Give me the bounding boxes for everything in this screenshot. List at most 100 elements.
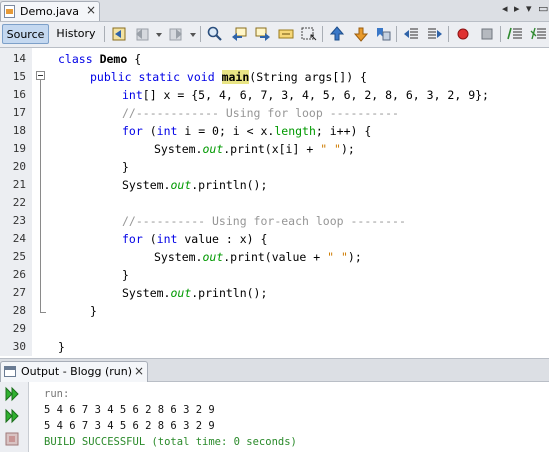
find-previous-icon[interactable] bbox=[230, 25, 248, 43]
line-number: 29 bbox=[12, 322, 26, 335]
static-field: out bbox=[170, 286, 192, 300]
string-literal: " " bbox=[320, 142, 341, 156]
toolbar-separator bbox=[104, 26, 105, 42]
code-line-19: System.out.print(x[i] + " "); bbox=[154, 140, 355, 158]
code-line-14: class Demo { bbox=[58, 50, 141, 68]
toolbar-separator bbox=[396, 26, 397, 42]
toggle-rect-select-icon[interactable] bbox=[300, 25, 318, 43]
back-dropdown-icon[interactable] bbox=[150, 25, 162, 43]
collapse-fold-icon[interactable] bbox=[36, 71, 45, 80]
toggle-highlight-icon[interactable] bbox=[277, 25, 295, 43]
code-text: { bbox=[127, 52, 142, 66]
code-text: ); bbox=[347, 250, 362, 264]
toolbar-separator bbox=[448, 26, 449, 42]
method-name-highlighted: main bbox=[221, 70, 250, 84]
line-number-gutter: 14 15 16 17 18 19 20 21 22 23 24 25 26 2… bbox=[0, 48, 33, 356]
restore-window-icon[interactable]: ▭ bbox=[538, 2, 548, 15]
scroll-right-icon[interactable]: ▸ bbox=[514, 2, 520, 15]
comment-icon[interactable] bbox=[506, 25, 524, 43]
last-edit-icon[interactable] bbox=[110, 25, 128, 43]
line-number: 15 bbox=[12, 70, 26, 83]
forward-icon[interactable] bbox=[166, 25, 184, 43]
close-tab-icon[interactable]: × bbox=[86, 3, 96, 17]
scroll-left-icon[interactable]: ◂ bbox=[502, 2, 508, 15]
toolbar-separator bbox=[322, 26, 323, 42]
static-field: out bbox=[170, 178, 192, 192]
code-line-16: int[] x = {5, 4, 6, 7, 3, 4, 5, 6, 2, 8,… bbox=[122, 86, 489, 104]
string-literal: " " bbox=[327, 250, 348, 264]
line-number: 24 bbox=[12, 232, 26, 245]
previous-bookmark-icon[interactable] bbox=[328, 25, 346, 43]
code-line-24: for (int value : x) { bbox=[122, 230, 267, 248]
fold-guide-line bbox=[40, 80, 41, 312]
code-text: ( bbox=[142, 232, 157, 246]
line-number: 14 bbox=[12, 52, 26, 65]
code-line-28: } bbox=[90, 304, 97, 318]
rerun-icon[interactable] bbox=[4, 386, 20, 402]
code-line-21: System.out.println(); bbox=[122, 176, 267, 194]
field-reference: length bbox=[274, 124, 316, 138]
editor-tab-strip: Demo.java × ◂ ▸ ▾ ▭ bbox=[0, 0, 549, 22]
stop-macro-icon[interactable] bbox=[478, 25, 496, 43]
code-text: System. bbox=[154, 142, 203, 156]
stop-icon[interactable] bbox=[4, 431, 20, 447]
console-line: 5 4 6 7 3 4 5 6 2 8 6 3 2 9 bbox=[44, 404, 215, 416]
fold-guide-end bbox=[40, 312, 46, 313]
shift-left-icon[interactable] bbox=[402, 25, 420, 43]
output-tab[interactable]: Output - Blogg (run) × bbox=[0, 361, 148, 382]
code-editor[interactable]: 14 15 16 17 18 19 20 21 22 23 24 25 26 2… bbox=[0, 48, 549, 356]
keyword: int bbox=[156, 124, 178, 138]
editor-tab-demo-java[interactable]: Demo.java × bbox=[0, 1, 100, 21]
keyword: for bbox=[122, 124, 143, 138]
build-status-line: BUILD SUCCESSFUL (total time: 0 seconds) bbox=[44, 436, 297, 448]
code-line-23: //---------- Using for-each loop -------… bbox=[122, 214, 406, 228]
code-line-18: for (int i = 0; i < x.length; i++) { bbox=[122, 122, 371, 140]
java-file-icon bbox=[4, 5, 15, 18]
class-name: Demo bbox=[99, 52, 128, 66]
static-field: out bbox=[202, 142, 224, 156]
code-text: .print(x[i] + bbox=[223, 142, 321, 156]
code-text: .print(value + bbox=[223, 250, 328, 264]
editor-tab-label: Demo.java bbox=[20, 5, 80, 18]
find-next-icon[interactable] bbox=[254, 25, 272, 43]
line-number: 20 bbox=[12, 160, 26, 173]
code-text: System. bbox=[154, 250, 203, 264]
show-opened-documents-icon[interactable]: ▾ bbox=[526, 2, 532, 15]
line-number: 23 bbox=[12, 214, 26, 227]
shift-right-icon[interactable] bbox=[426, 25, 444, 43]
toolbar-separator bbox=[200, 26, 201, 42]
toolbar-separator bbox=[500, 26, 501, 42]
close-output-tab-icon[interactable]: × bbox=[134, 364, 144, 378]
keyword: for bbox=[122, 232, 143, 246]
start-macro-icon[interactable] bbox=[454, 25, 472, 43]
output-side-toolbar bbox=[0, 382, 29, 452]
code-text: i = 0; i < x. bbox=[177, 124, 275, 138]
keyword: int bbox=[156, 232, 178, 246]
forward-dropdown-icon[interactable] bbox=[184, 25, 196, 43]
output-window-icon bbox=[4, 366, 16, 377]
code-text: ( bbox=[142, 124, 157, 138]
keyword: class bbox=[58, 52, 93, 66]
code-line-25: System.out.print(value + " "); bbox=[154, 248, 362, 266]
line-number: 18 bbox=[12, 124, 26, 137]
code-text: ; i++) { bbox=[315, 124, 372, 138]
line-number: 25 bbox=[12, 250, 26, 263]
next-bookmark-icon[interactable] bbox=[352, 25, 370, 43]
uncomment-icon[interactable] bbox=[530, 25, 548, 43]
toggle-bookmark-icon[interactable] bbox=[374, 25, 392, 43]
rerun-with-options-icon[interactable] bbox=[4, 408, 20, 424]
history-view-button[interactable]: History bbox=[52, 24, 100, 44]
line-number: 17 bbox=[12, 106, 26, 119]
code-line-27: System.out.println(); bbox=[122, 284, 267, 302]
console-line: run: bbox=[44, 388, 70, 400]
code-text: .println(); bbox=[191, 286, 268, 300]
code-text: ); bbox=[340, 142, 355, 156]
find-icon[interactable] bbox=[206, 25, 224, 43]
output-console[interactable]: run: 5 4 6 7 3 4 5 6 2 8 6 3 2 9 5 4 6 7… bbox=[29, 382, 549, 452]
code-line-30: } bbox=[58, 340, 65, 354]
code-text: value : x) { bbox=[177, 232, 268, 246]
code-line-20: } bbox=[122, 160, 129, 174]
keyword: int bbox=[122, 88, 143, 102]
source-view-button[interactable]: Source bbox=[2, 24, 49, 44]
line-number: 26 bbox=[12, 268, 26, 281]
